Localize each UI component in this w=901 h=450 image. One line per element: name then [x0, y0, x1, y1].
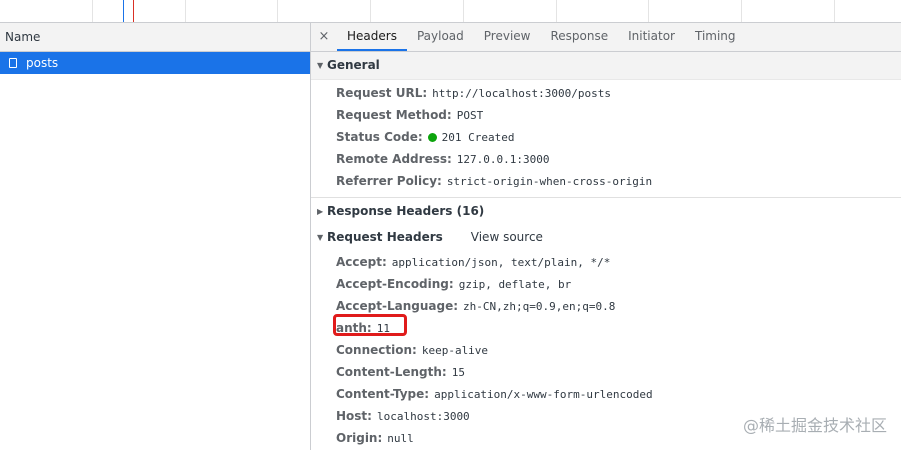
timeline-divider — [648, 0, 649, 22]
view-source-link[interactable]: View source — [471, 230, 543, 244]
header-key: Referrer Policy: — [336, 174, 442, 188]
highlight-annotation-box — [333, 314, 407, 336]
request-row-posts[interactable]: posts — [0, 52, 310, 74]
tab-timing[interactable]: Timing — [685, 23, 746, 51]
document-icon — [9, 58, 17, 68]
request-header-row: Connection: keep-alive — [311, 339, 901, 361]
header-value: 201 Created — [441, 131, 515, 144]
header-key: Accept: — [336, 255, 387, 269]
timeline-divider — [277, 0, 278, 22]
general-row-request-method: Request Method: POST — [311, 104, 901, 126]
close-icon[interactable]: × — [311, 23, 337, 51]
request-header-row: Accept: application/json, text/plain, */* — [311, 251, 901, 273]
header-value: null — [387, 432, 414, 445]
timeline-divider — [556, 0, 557, 22]
request-header-row: Content-Length: 15 — [311, 361, 901, 383]
header-value: http://localhost:3000/posts — [432, 87, 611, 100]
header-key: Host: — [336, 409, 372, 423]
request-headers-title: Request Headers — [327, 230, 443, 244]
load-marker — [133, 0, 134, 22]
tab-payload[interactable]: Payload — [407, 23, 474, 51]
dom-content-loaded-marker — [123, 0, 124, 22]
header-value: keep-alive — [421, 344, 489, 357]
general-section-header[interactable]: ▼ General — [311, 52, 901, 80]
header-key: Content-Length: — [336, 365, 447, 379]
network-timeline — [0, 0, 901, 23]
watermark: @稀土掘金技术社区 — [742, 416, 887, 435]
request-header-row: Content-Type: application/x-www-form-urle… — [311, 383, 901, 405]
request-header-row: Accept-Encoding: gzip, deflate, br — [311, 273, 901, 295]
header-key: Accept-Language: — [336, 299, 459, 313]
caret-down-icon: ▼ — [317, 61, 324, 70]
caret-down-icon: ▼ — [317, 233, 324, 242]
header-key: Connection: — [336, 343, 417, 357]
header-value: gzip, deflate, br — [458, 278, 572, 291]
header-key: Accept-Encoding: — [336, 277, 454, 291]
header-key: Status Code: — [336, 130, 423, 144]
header-key: Request Method: — [336, 108, 452, 122]
request-list-panel: Name posts — [0, 23, 311, 450]
response-headers-title: Response Headers (16) — [327, 204, 485, 218]
general-row-remote-address: Remote Address: 127.0.0.1:3000 — [311, 148, 901, 170]
status-ok-icon — [427, 133, 437, 142]
request-name: posts — [26, 56, 59, 70]
header-value: strict-origin-when-cross-origin — [446, 175, 653, 188]
header-key: Request URL: — [336, 86, 428, 100]
timeline-divider — [741, 0, 742, 22]
timeline-divider — [834, 0, 835, 22]
header-key: Origin: — [336, 431, 383, 445]
header-key: Content-Type: — [336, 387, 430, 401]
timeline-divider — [370, 0, 371, 22]
general-row-referrer-policy: Referrer Policy: strict-origin-when-cross… — [311, 170, 901, 192]
response-headers-section-header[interactable]: ▶ Response Headers (16) — [311, 198, 901, 225]
timeline-divider — [463, 0, 464, 22]
general-row-status-code: Status Code: 201 Created — [311, 126, 901, 148]
header-value: application/json, text/plain, */* — [391, 256, 611, 269]
timeline-divider — [185, 0, 186, 22]
header-value: zh-CN,zh;q=0.9,en;q=0.8 — [463, 300, 616, 313]
general-title: General — [327, 58, 380, 72]
header-value: POST — [456, 109, 484, 122]
general-row-request-url: Request URL: http://localhost:3000/posts — [311, 82, 901, 104]
request-details-panel: × Headers Payload Preview Response Initi… — [311, 23, 901, 450]
name-column-header[interactable]: Name — [0, 23, 310, 52]
timeline-divider — [92, 0, 93, 22]
header-value: 127.0.0.1:3000 — [456, 153, 550, 166]
request-headers-section-header[interactable]: ▼ Request Headers View source — [311, 224, 901, 251]
tab-headers[interactable]: Headers — [337, 23, 407, 51]
tab-response[interactable]: Response — [540, 23, 618, 51]
header-value: localhost:3000 — [376, 410, 470, 423]
header-value: 15 — [451, 366, 465, 379]
caret-right-icon: ▶ — [317, 207, 324, 216]
details-tabbar: × Headers Payload Preview Response Initi… — [311, 23, 901, 52]
tab-preview[interactable]: Preview — [474, 23, 541, 51]
header-value: application/x-www-form-urlencoded — [434, 388, 653, 401]
tab-initiator[interactable]: Initiator — [618, 23, 685, 51]
header-key: Remote Address: — [336, 152, 452, 166]
